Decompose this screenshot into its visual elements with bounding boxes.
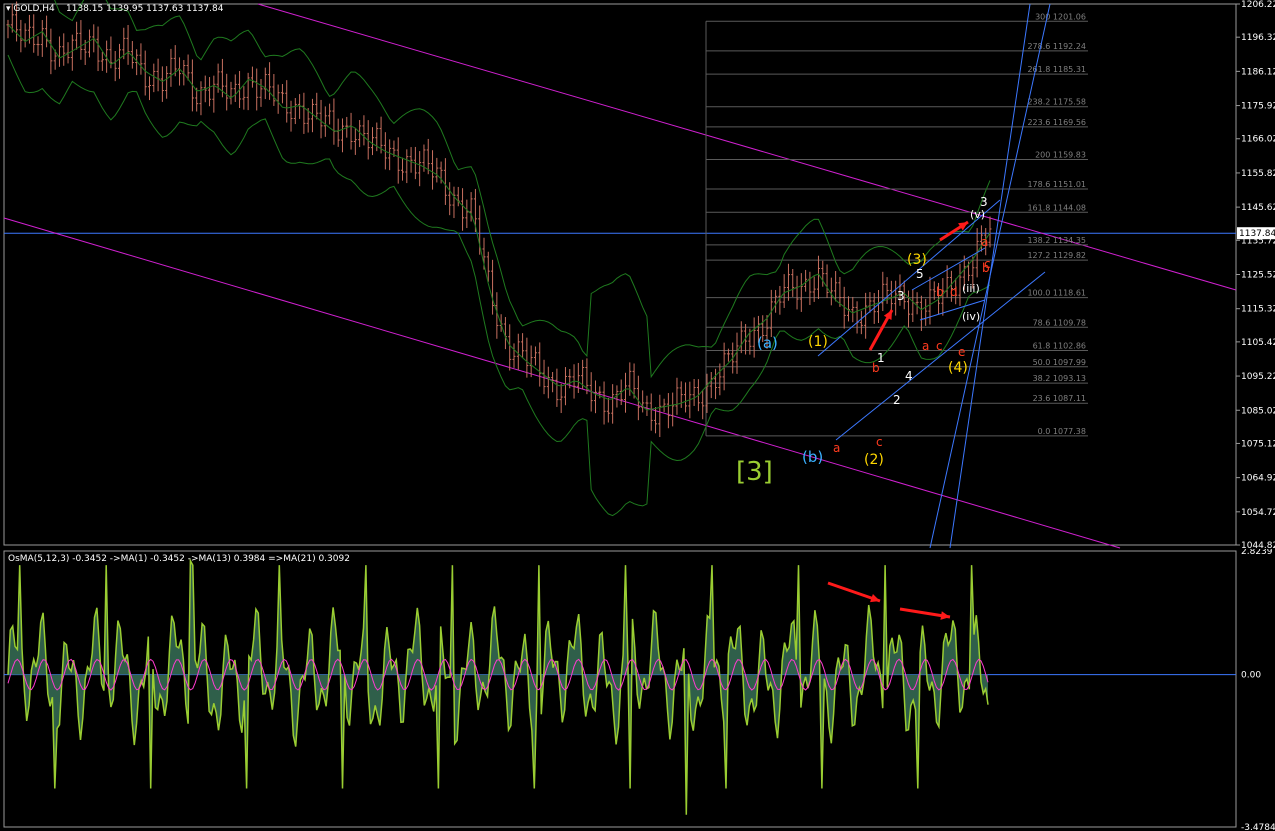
wave-label: 3 [980, 195, 988, 209]
price-axis-label: 1145.62 [1241, 203, 1275, 213]
wave-label: (b) [802, 448, 823, 466]
fib-level-label: 300 1201.06 [1035, 12, 1086, 21]
osma-header: OsMA(5,12,3) -0.3452 ->MA(1) -0.3452 ->M… [8, 554, 350, 564]
price-axis-label: 1175.92 [1241, 102, 1275, 112]
wave-label: 4 [905, 369, 913, 383]
price-axis-label: 1155.82 [1241, 169, 1275, 179]
wave-label: a [833, 441, 840, 455]
trend-line [949, 3, 1031, 549]
wave-label: 5 [916, 267, 924, 281]
wave-label: b [936, 285, 944, 299]
bollinger-lower [7, 54, 991, 517]
wave-label: (3) [907, 252, 927, 268]
wave-label: (1) [808, 334, 828, 350]
fib-level-label: 100.0 1118.61 [1027, 289, 1086, 298]
wave-label: (iv) [962, 310, 980, 323]
osma-chart[interactable]: 2.8239 0.00 -3.4784 [0, 549, 1275, 831]
osma-histogram [8, 560, 988, 815]
wave-label: (a) [757, 334, 778, 352]
price-axis-label: 1105.42 [1241, 338, 1275, 348]
wave-label: 3 [897, 289, 905, 303]
fib-level-label: 161.8 1144.08 [1027, 203, 1086, 212]
fib-level-label: 0.0 1077.38 [1038, 427, 1086, 436]
osma-arrow-1-head [870, 593, 880, 603]
price-axis-label: 1044.82 [1241, 541, 1275, 549]
wave-label: (iii) [962, 282, 980, 295]
current-price-label: 1137.84 [1239, 229, 1275, 239]
fib-level-label: 127.2 1129.82 [1027, 251, 1086, 260]
fib-level-label: 278.6 1192.24 [1027, 42, 1086, 51]
wave-label: d [950, 285, 958, 299]
fib-level-label: 38.2 1093.13 [1033, 374, 1086, 383]
price-axis-label: 1166.02 [1241, 135, 1275, 145]
bollinger-upper [54, 0, 991, 379]
price-plot-frame [3, 3, 1237, 546]
bollinger-middle [7, 24, 991, 411]
fib-level-label: 238.2 1175.58 [1027, 98, 1086, 107]
fib-level-label: 200 1159.83 [1035, 150, 1086, 159]
price-axis-label: 1064.92 [1241, 474, 1275, 484]
wave-label: (v) [970, 208, 985, 221]
price-axis-label: 1196.32 [1241, 33, 1275, 43]
fib-level-label: 78.6 1109.78 [1033, 318, 1086, 327]
wave-label: [3] [736, 457, 773, 487]
price-axis-label: 1085.02 [1241, 406, 1275, 416]
fib-level-label: 138.2 1134.35 [1027, 236, 1086, 245]
price-axis-label: 1054.72 [1241, 508, 1275, 518]
price-axis-label: 1115.32 [1241, 305, 1275, 315]
chart-window: 1206.22 1196.32 1186.12 1175.92 1166.02 1155.… [0, 0, 1275, 831]
fib-level-label: 50.0 1097.99 [1033, 358, 1086, 367]
osma-axis-label: 0.00 [1241, 671, 1261, 681]
wave-label: 1 [877, 351, 885, 365]
wave-label: a [981, 235, 988, 249]
osma-axis-label: 2.8239 [1241, 549, 1273, 557]
wave-label: c [984, 257, 991, 271]
fib-level-label: 61.8 1102.86 [1033, 341, 1086, 350]
wave-label: (4) [948, 360, 968, 376]
wave-label: 2 [893, 393, 901, 407]
price-axis-label: 1095.22 [1241, 372, 1275, 382]
ohlc-readout: 1138.15 1139.95 1137.63 1137.84 [66, 4, 224, 14]
fib-level-label: 223.6 1169.56 [1027, 118, 1086, 127]
channel-upper-line [257, 3, 1237, 291]
wave-label: c [876, 435, 883, 449]
fib-level-label: 178.6 1151.01 [1027, 180, 1086, 189]
wave-label: (2) [864, 452, 884, 468]
wave-label: a [922, 339, 929, 353]
wave-label: c [936, 339, 943, 353]
price-chart[interactable]: 1206.22 1196.32 1186.12 1175.92 1166.02 1155.… [0, 0, 1275, 549]
price-axis-label: 1186.12 [1241, 67, 1275, 77]
symbol-title: ▾ GOLD,H4 [6, 4, 55, 14]
wave-label: e [958, 345, 965, 359]
price-axis-label: 1075.12 [1241, 439, 1275, 449]
fib-level-label: 23.6 1087.11 [1033, 394, 1086, 403]
price-axis-label: 1125.52 [1241, 271, 1275, 281]
price-axis-label: 1206.22 [1241, 0, 1275, 10]
osma-axis-label: -3.4784 [1241, 823, 1275, 831]
